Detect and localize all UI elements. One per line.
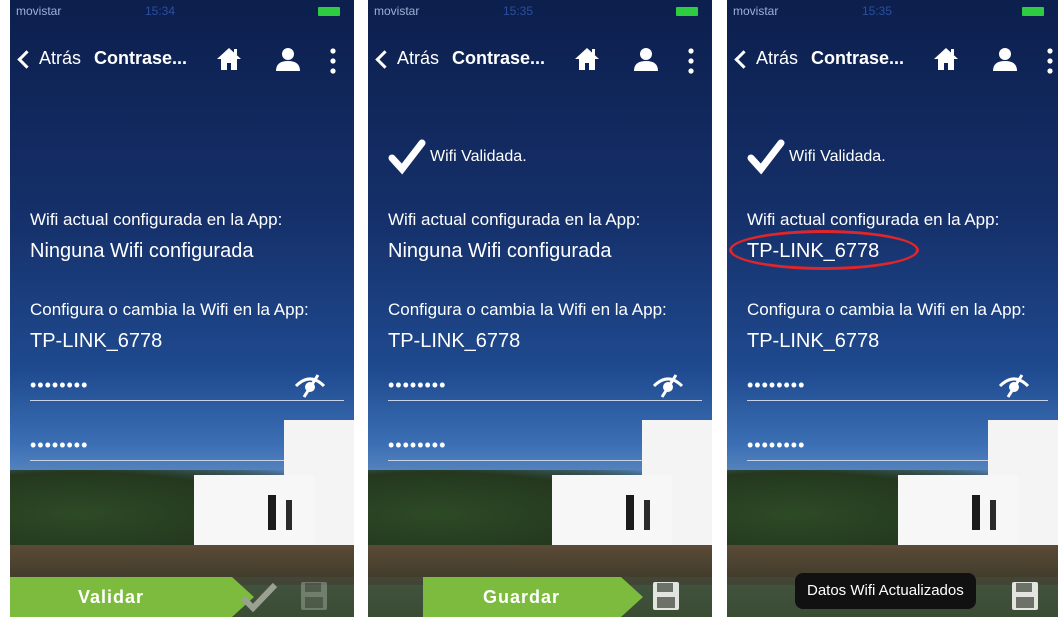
page-title: Contrase... bbox=[811, 48, 905, 68]
back-label: Atrás bbox=[397, 48, 440, 68]
background-house bbox=[164, 420, 354, 560]
home-icon[interactable] bbox=[574, 46, 600, 72]
current-wifi-label: Wifi actual configurada en la App: bbox=[388, 210, 641, 229]
password-mask: •••••••• bbox=[388, 375, 447, 395]
validated-text: Wifi Validada. bbox=[789, 148, 886, 165]
eye-slash-icon[interactable] bbox=[294, 373, 326, 399]
more-icon[interactable] bbox=[330, 48, 336, 74]
user-icon[interactable] bbox=[992, 46, 1018, 72]
battery-icon bbox=[1022, 7, 1044, 16]
current-wifi-label: Wifi actual configurada en la App: bbox=[30, 210, 283, 229]
check-icon bbox=[388, 139, 426, 175]
chevron-left-icon bbox=[17, 49, 36, 69]
status-bar: movistar 15:35 bbox=[727, 0, 1058, 24]
validate-button[interactable]: Validar bbox=[10, 577, 255, 617]
carrier-label: movistar bbox=[374, 4, 420, 18]
config-wifi-label: Configura o cambia la Wifi en la App: bbox=[747, 300, 1026, 319]
battery-icon bbox=[318, 7, 340, 16]
toast-message: Datos Wifi Actualizados bbox=[795, 573, 976, 609]
phone-screen-2: movistar 15:35 Atrás Contrase... Wifi Va… bbox=[368, 0, 712, 617]
config-wifi-label: Configura o cambia la Wifi en la App: bbox=[388, 300, 667, 319]
chevron-left-icon bbox=[375, 49, 394, 69]
config-wifi-value[interactable]: TP-LINK_6778 bbox=[747, 330, 879, 353]
validated-status: Wifi Validada. bbox=[388, 138, 527, 176]
eye-slash-icon[interactable] bbox=[652, 373, 684, 399]
validated-text: Wifi Validada. bbox=[430, 148, 527, 165]
background-house bbox=[522, 420, 712, 560]
home-icon[interactable] bbox=[216, 46, 242, 72]
floppy-icon[interactable] bbox=[652, 581, 680, 611]
config-wifi-value[interactable]: TP-LINK_6778 bbox=[388, 330, 520, 353]
battery-icon bbox=[676, 7, 698, 16]
back-button[interactable]: Atrás bbox=[375, 48, 440, 69]
clock: 15:34 bbox=[145, 4, 176, 18]
bottom-bar: Guardar bbox=[368, 577, 712, 617]
password-mask: •••••••• bbox=[30, 435, 89, 455]
check-icon bbox=[240, 582, 278, 613]
nav-bar: Atrás Contrase... bbox=[727, 44, 1058, 80]
nav-bar: Atrás Contrase... bbox=[10, 44, 354, 80]
more-icon[interactable] bbox=[688, 48, 694, 74]
chevron-left-icon bbox=[734, 49, 753, 69]
clock: 15:35 bbox=[503, 4, 534, 18]
carrier-label: movistar bbox=[16, 4, 62, 18]
current-wifi-value: Ninguna Wifi configurada bbox=[30, 240, 254, 262]
page-title: Contrase... bbox=[94, 48, 188, 68]
phone-screen-3: movistar 15:35 Atrás Contrase... Wifi Va… bbox=[727, 0, 1058, 617]
config-wifi-value[interactable]: TP-LINK_6778 bbox=[30, 330, 162, 353]
back-button[interactable]: Atrás bbox=[734, 48, 799, 69]
phone-screen-1: movistar 15:34 Atrás Contrase... Wifi ac… bbox=[10, 0, 354, 617]
eye-slash-icon[interactable] bbox=[998, 373, 1030, 399]
floppy-icon[interactable] bbox=[1011, 581, 1039, 611]
back-label: Atrás bbox=[39, 48, 82, 68]
password-field[interactable]: •••••••• bbox=[30, 373, 344, 401]
status-bar: movistar 15:34 bbox=[10, 0, 354, 24]
password-mask: •••••••• bbox=[388, 435, 447, 455]
validated-status: Wifi Validada. bbox=[747, 138, 886, 176]
nav-bar: Atrás Contrase... bbox=[368, 44, 712, 80]
page-title: Contrase... bbox=[452, 48, 546, 68]
check-icon bbox=[747, 139, 785, 175]
user-icon[interactable] bbox=[275, 46, 301, 72]
config-wifi-label: Configura o cambia la Wifi en la App: bbox=[30, 300, 309, 319]
password-mask: •••••••• bbox=[747, 435, 806, 455]
background-house bbox=[868, 420, 1058, 560]
current-wifi-value: Ninguna Wifi configurada bbox=[388, 240, 612, 262]
user-icon[interactable] bbox=[633, 46, 659, 72]
carrier-label: movistar bbox=[733, 4, 779, 18]
floppy-icon[interactable] bbox=[300, 581, 328, 611]
validate-button-label: Validar bbox=[78, 587, 145, 607]
back-label: Atrás bbox=[756, 48, 799, 68]
clock: 15:35 bbox=[862, 4, 893, 18]
password-mask: •••••••• bbox=[747, 375, 806, 395]
more-icon[interactable] bbox=[1047, 48, 1053, 74]
bottom-bar: Datos Wifi Actualizados bbox=[727, 573, 1058, 617]
highlight-ellipse bbox=[729, 230, 919, 270]
save-button-label: Guardar bbox=[483, 587, 561, 607]
back-button[interactable]: Atrás bbox=[17, 48, 82, 69]
current-wifi-label: Wifi actual configurada en la App: bbox=[747, 210, 1000, 229]
save-button[interactable]: Guardar bbox=[423, 577, 663, 617]
status-bar: movistar 15:35 bbox=[368, 0, 712, 24]
home-icon[interactable] bbox=[933, 46, 959, 72]
password-mask: •••••••• bbox=[30, 375, 89, 395]
password-field[interactable]: •••••••• bbox=[388, 373, 702, 401]
bottom-bar: Validar bbox=[10, 577, 354, 617]
password-field[interactable]: •••••••• bbox=[747, 373, 1048, 401]
